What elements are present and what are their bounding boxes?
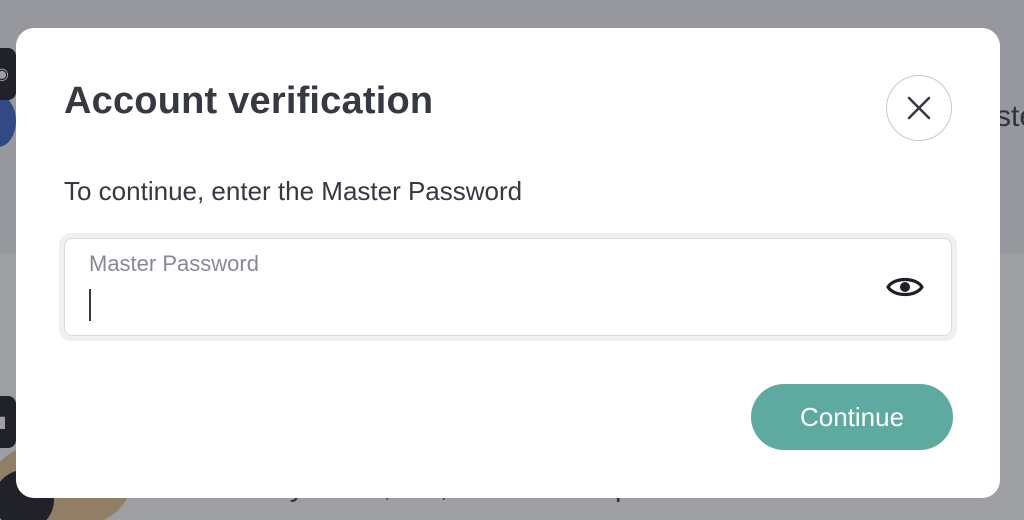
master-password-field[interactable]: Master Password <box>64 238 952 336</box>
account-verification-dialog: Account verification To continue, enter … <box>16 28 1000 498</box>
master-password-label: Master Password <box>89 251 259 276</box>
show-password-button[interactable] <box>883 269 927 305</box>
master-password-field-focus-ring: Master Password <box>59 233 957 341</box>
continue-button[interactable]: Continue <box>751 384 953 450</box>
text-caret <box>89 289 91 321</box>
master-password-input[interactable] <box>87 285 847 325</box>
eye-icon <box>886 277 924 297</box>
dialog-description: To continue, enter the Master Password <box>64 176 523 206</box>
close-icon <box>907 96 931 120</box>
dialog-title: Account verification <box>64 80 434 122</box>
close-button[interactable] <box>886 75 952 141</box>
